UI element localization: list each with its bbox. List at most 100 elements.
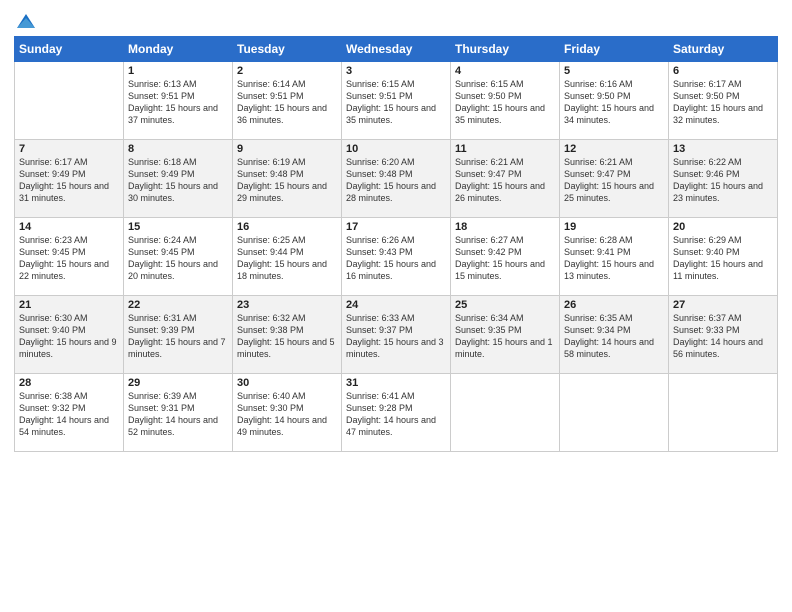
day-number: 27 <box>673 299 773 311</box>
calendar-cell: 6Sunrise: 6:17 AMSunset: 9:50 PMDaylight… <box>669 62 778 140</box>
day-number: 20 <box>673 221 773 233</box>
day-number: 31 <box>346 377 446 389</box>
calendar-cell: 23Sunrise: 6:32 AMSunset: 9:38 PMDayligh… <box>233 296 342 374</box>
calendar-cell: 16Sunrise: 6:25 AMSunset: 9:44 PMDayligh… <box>233 218 342 296</box>
day-info: Sunrise: 6:27 AMSunset: 9:42 PMDaylight:… <box>455 234 555 283</box>
logo-icon <box>15 10 37 32</box>
day-info: Sunrise: 6:14 AMSunset: 9:51 PMDaylight:… <box>237 78 337 127</box>
day-info: Sunrise: 6:33 AMSunset: 9:37 PMDaylight:… <box>346 312 446 361</box>
calendar-cell: 2Sunrise: 6:14 AMSunset: 9:51 PMDaylight… <box>233 62 342 140</box>
day-number: 10 <box>346 143 446 155</box>
calendar-cell <box>15 62 124 140</box>
week-row-5: 28Sunrise: 6:38 AMSunset: 9:32 PMDayligh… <box>15 374 778 452</box>
calendar-cell: 21Sunrise: 6:30 AMSunset: 9:40 PMDayligh… <box>15 296 124 374</box>
day-info: Sunrise: 6:31 AMSunset: 9:39 PMDaylight:… <box>128 312 228 361</box>
calendar-cell: 11Sunrise: 6:21 AMSunset: 9:47 PMDayligh… <box>451 140 560 218</box>
day-info: Sunrise: 6:18 AMSunset: 9:49 PMDaylight:… <box>128 156 228 205</box>
calendar-cell: 1Sunrise: 6:13 AMSunset: 9:51 PMDaylight… <box>124 62 233 140</box>
day-info: Sunrise: 6:38 AMSunset: 9:32 PMDaylight:… <box>19 390 119 439</box>
week-row-1: 1Sunrise: 6:13 AMSunset: 9:51 PMDaylight… <box>15 62 778 140</box>
calendar-cell: 29Sunrise: 6:39 AMSunset: 9:31 PMDayligh… <box>124 374 233 452</box>
day-info: Sunrise: 6:25 AMSunset: 9:44 PMDaylight:… <box>237 234 337 283</box>
day-number: 8 <box>128 143 228 155</box>
day-info: Sunrise: 6:17 AMSunset: 9:50 PMDaylight:… <box>673 78 773 127</box>
calendar-cell <box>669 374 778 452</box>
calendar-cell: 7Sunrise: 6:17 AMSunset: 9:49 PMDaylight… <box>15 140 124 218</box>
header <box>14 10 778 28</box>
calendar-cell: 3Sunrise: 6:15 AMSunset: 9:51 PMDaylight… <box>342 62 451 140</box>
day-info: Sunrise: 6:17 AMSunset: 9:49 PMDaylight:… <box>19 156 119 205</box>
day-info: Sunrise: 6:39 AMSunset: 9:31 PMDaylight:… <box>128 390 228 439</box>
day-info: Sunrise: 6:15 AMSunset: 9:51 PMDaylight:… <box>346 78 446 127</box>
calendar-cell: 14Sunrise: 6:23 AMSunset: 9:45 PMDayligh… <box>15 218 124 296</box>
weekday-header-monday: Monday <box>124 37 233 62</box>
weekday-header-saturday: Saturday <box>669 37 778 62</box>
day-number: 25 <box>455 299 555 311</box>
day-info: Sunrise: 6:40 AMSunset: 9:30 PMDaylight:… <box>237 390 337 439</box>
day-info: Sunrise: 6:41 AMSunset: 9:28 PMDaylight:… <box>346 390 446 439</box>
day-number: 3 <box>346 65 446 77</box>
day-info: Sunrise: 6:16 AMSunset: 9:50 PMDaylight:… <box>564 78 664 127</box>
calendar-cell: 22Sunrise: 6:31 AMSunset: 9:39 PMDayligh… <box>124 296 233 374</box>
day-info: Sunrise: 6:29 AMSunset: 9:40 PMDaylight:… <box>673 234 773 283</box>
day-number: 21 <box>19 299 119 311</box>
day-number: 28 <box>19 377 119 389</box>
calendar-cell: 12Sunrise: 6:21 AMSunset: 9:47 PMDayligh… <box>560 140 669 218</box>
day-info: Sunrise: 6:21 AMSunset: 9:47 PMDaylight:… <box>455 156 555 205</box>
day-info: Sunrise: 6:26 AMSunset: 9:43 PMDaylight:… <box>346 234 446 283</box>
day-info: Sunrise: 6:35 AMSunset: 9:34 PMDaylight:… <box>564 312 664 361</box>
calendar-cell: 5Sunrise: 6:16 AMSunset: 9:50 PMDaylight… <box>560 62 669 140</box>
weekday-header-friday: Friday <box>560 37 669 62</box>
day-info: Sunrise: 6:13 AMSunset: 9:51 PMDaylight:… <box>128 78 228 127</box>
weekday-header-wednesday: Wednesday <box>342 37 451 62</box>
page: SundayMondayTuesdayWednesdayThursdayFrid… <box>0 0 792 612</box>
week-row-3: 14Sunrise: 6:23 AMSunset: 9:45 PMDayligh… <box>15 218 778 296</box>
day-number: 29 <box>128 377 228 389</box>
calendar-cell: 15Sunrise: 6:24 AMSunset: 9:45 PMDayligh… <box>124 218 233 296</box>
day-number: 9 <box>237 143 337 155</box>
calendar-cell: 27Sunrise: 6:37 AMSunset: 9:33 PMDayligh… <box>669 296 778 374</box>
day-info: Sunrise: 6:19 AMSunset: 9:48 PMDaylight:… <box>237 156 337 205</box>
day-number: 1 <box>128 65 228 77</box>
day-number: 5 <box>564 65 664 77</box>
calendar-cell: 26Sunrise: 6:35 AMSunset: 9:34 PMDayligh… <box>560 296 669 374</box>
calendar-cell: 30Sunrise: 6:40 AMSunset: 9:30 PMDayligh… <box>233 374 342 452</box>
calendar-cell: 4Sunrise: 6:15 AMSunset: 9:50 PMDaylight… <box>451 62 560 140</box>
calendar-cell: 20Sunrise: 6:29 AMSunset: 9:40 PMDayligh… <box>669 218 778 296</box>
calendar-table: SundayMondayTuesdayWednesdayThursdayFrid… <box>14 36 778 452</box>
day-info: Sunrise: 6:37 AMSunset: 9:33 PMDaylight:… <box>673 312 773 361</box>
day-number: 15 <box>128 221 228 233</box>
weekday-header-row: SundayMondayTuesdayWednesdayThursdayFrid… <box>15 37 778 62</box>
day-info: Sunrise: 6:15 AMSunset: 9:50 PMDaylight:… <box>455 78 555 127</box>
calendar-cell <box>451 374 560 452</box>
day-number: 14 <box>19 221 119 233</box>
day-number: 13 <box>673 143 773 155</box>
calendar-cell: 17Sunrise: 6:26 AMSunset: 9:43 PMDayligh… <box>342 218 451 296</box>
day-info: Sunrise: 6:32 AMSunset: 9:38 PMDaylight:… <box>237 312 337 361</box>
day-info: Sunrise: 6:34 AMSunset: 9:35 PMDaylight:… <box>455 312 555 361</box>
weekday-header-tuesday: Tuesday <box>233 37 342 62</box>
weekday-header-thursday: Thursday <box>451 37 560 62</box>
day-number: 7 <box>19 143 119 155</box>
calendar-cell: 24Sunrise: 6:33 AMSunset: 9:37 PMDayligh… <box>342 296 451 374</box>
day-number: 30 <box>237 377 337 389</box>
calendar-cell: 19Sunrise: 6:28 AMSunset: 9:41 PMDayligh… <box>560 218 669 296</box>
day-number: 24 <box>346 299 446 311</box>
day-info: Sunrise: 6:20 AMSunset: 9:48 PMDaylight:… <box>346 156 446 205</box>
day-number: 23 <box>237 299 337 311</box>
day-number: 22 <box>128 299 228 311</box>
day-info: Sunrise: 6:21 AMSunset: 9:47 PMDaylight:… <box>564 156 664 205</box>
day-number: 6 <box>673 65 773 77</box>
day-number: 12 <box>564 143 664 155</box>
day-number: 11 <box>455 143 555 155</box>
day-number: 18 <box>455 221 555 233</box>
calendar-cell: 8Sunrise: 6:18 AMSunset: 9:49 PMDaylight… <box>124 140 233 218</box>
day-number: 16 <box>237 221 337 233</box>
day-number: 17 <box>346 221 446 233</box>
day-number: 4 <box>455 65 555 77</box>
calendar-cell: 18Sunrise: 6:27 AMSunset: 9:42 PMDayligh… <box>451 218 560 296</box>
day-number: 26 <box>564 299 664 311</box>
day-info: Sunrise: 6:28 AMSunset: 9:41 PMDaylight:… <box>564 234 664 283</box>
day-number: 2 <box>237 65 337 77</box>
weekday-header-sunday: Sunday <box>15 37 124 62</box>
